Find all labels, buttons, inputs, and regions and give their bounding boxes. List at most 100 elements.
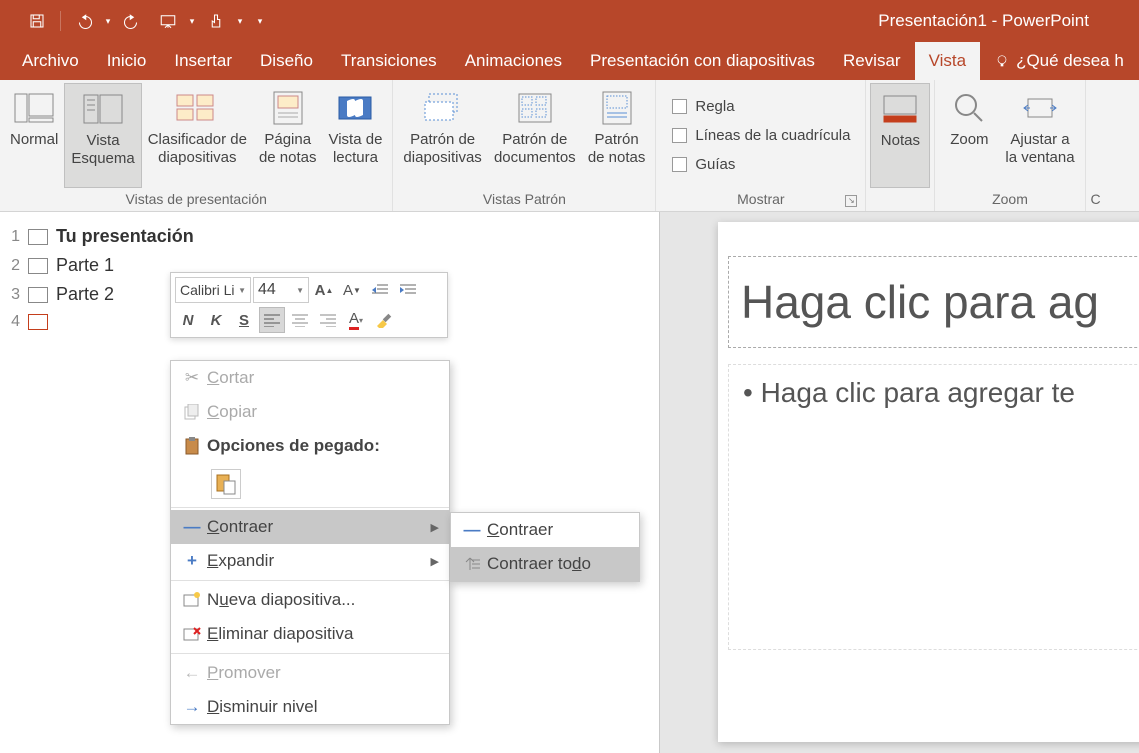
paste-option-buttons: [171, 463, 449, 505]
font-family-select[interactable]: Calibri Li▼: [175, 277, 251, 303]
reading-icon: [337, 93, 373, 123]
title-bar: ▾ ▾ ▾ ▾ Presentación1 - PowerPoint: [0, 0, 1139, 42]
ctx-promote[interactable]: ← Promover: [171, 656, 449, 690]
redo-button[interactable]: [115, 6, 149, 36]
italic-button[interactable]: K: [203, 307, 229, 333]
notes-toggle-button[interactable]: Notas: [870, 83, 930, 188]
align-left-icon: [264, 313, 280, 327]
color-button[interactable]: [1090, 83, 1102, 188]
group-label-color: C: [1090, 188, 1102, 211]
tab-animaciones[interactable]: Animaciones: [451, 42, 576, 80]
sub-collapse-all[interactable]: Contraer todo: [451, 547, 639, 581]
slide-icon: [28, 258, 48, 274]
gridlines-checkbox[interactable]: Líneas de la cuadrícula: [666, 124, 861, 147]
demote-icon: →: [177, 697, 207, 717]
font-size-select[interactable]: 44▼: [253, 277, 309, 303]
outline-view-icon: [83, 94, 123, 124]
notes-master-icon: [602, 91, 632, 125]
align-center-icon: [292, 313, 308, 327]
ctx-expand[interactable]: + Expandir ▶: [171, 544, 449, 578]
fit-window-button[interactable]: Ajustar a la ventana: [999, 83, 1080, 188]
slide-editor[interactable]: Haga clic para ag • Haga clic para agreg…: [660, 212, 1139, 753]
format-painter-button[interactable]: [371, 307, 397, 333]
increase-font-button[interactable]: A▲: [311, 277, 337, 303]
zoom-button[interactable]: Zoom: [939, 83, 999, 188]
handout-master-label: Patrón de documentos: [494, 131, 576, 167]
sorter-label: Clasificador de diapositivas: [148, 131, 247, 167]
touch-dropdown[interactable]: ▾: [235, 16, 245, 27]
slide-number: 2: [6, 257, 20, 275]
align-left-button[interactable]: [259, 307, 285, 333]
slide-number: 4: [6, 313, 20, 331]
align-center-button[interactable]: [287, 307, 313, 333]
increase-indent-button[interactable]: [395, 277, 421, 303]
paste-keep-source-button[interactable]: [211, 469, 241, 499]
reading-label: Vista de lectura: [328, 131, 382, 167]
group-master-views: Patrón de diapositivas Patrón de documen…: [393, 80, 656, 211]
ctx-demote[interactable]: → Disminuir nivel: [171, 690, 449, 724]
tab-inicio[interactable]: Inicio: [93, 42, 161, 80]
ctx-copy[interactable]: Copiar: [171, 395, 449, 429]
tell-me[interactable]: ¿Qué desea h: [980, 42, 1138, 80]
ctx-new-slide[interactable]: Nueva diapositiva...: [171, 583, 449, 617]
outline-item-1[interactable]: 1 Tu presentación: [6, 222, 653, 251]
reading-view-button[interactable]: Vista de lectura: [322, 83, 388, 188]
ctx-cut[interactable]: ✂ Cortar: [171, 361, 449, 395]
decrease-font-button[interactable]: A▼: [339, 277, 365, 303]
tell-me-label: ¿Qué desea h: [1016, 51, 1124, 71]
content-area: 1 Tu presentación 2 Parte 1 3 Parte 2 4 …: [0, 212, 1139, 753]
normal-view-button[interactable]: Normal: [4, 83, 64, 188]
slide-title: Parte 2: [56, 284, 114, 305]
tab-presentacion[interactable]: Presentación con diapositivas: [576, 42, 829, 80]
slide-canvas[interactable]: Haga clic para ag • Haga clic para agreg…: [718, 222, 1139, 742]
ctx-delete-slide[interactable]: Eliminar diapositiva: [171, 617, 449, 651]
chevron-down-icon: ▼: [296, 286, 304, 295]
tab-transiciones[interactable]: Transiciones: [327, 42, 451, 80]
align-right-button[interactable]: [315, 307, 341, 333]
underline-button[interactable]: S: [231, 307, 257, 333]
slide-master-button[interactable]: Patrón de diapositivas: [397, 83, 487, 188]
undo-dropdown[interactable]: ▾: [103, 16, 113, 27]
handout-master-button[interactable]: Patrón de documentos: [488, 83, 582, 188]
notes-label: Notas: [881, 132, 920, 150]
group-label-views: Vistas de presentación: [4, 188, 388, 211]
notes-master-button[interactable]: Patrón de notas: [582, 83, 652, 188]
qat-customize[interactable]: ▾: [255, 16, 265, 27]
chevron-right-icon: ▶: [431, 521, 439, 534]
guides-checkbox[interactable]: Guías: [666, 153, 861, 176]
decrease-indent-button[interactable]: [367, 277, 393, 303]
collapse-all-icon: [457, 556, 487, 572]
chevron-down-icon: ▼: [238, 286, 246, 295]
touch-mode-button[interactable]: [199, 6, 233, 36]
body-placeholder[interactable]: • Haga clic para agregar te: [728, 364, 1139, 650]
slideshow-dropdown[interactable]: ▾: [187, 16, 197, 27]
notes-page-button[interactable]: Página de notas: [253, 83, 323, 188]
title-placeholder[interactable]: Haga clic para ag: [728, 256, 1139, 348]
slide-sorter-button[interactable]: Clasificador de diapositivas: [142, 83, 253, 188]
outdent-icon: [372, 283, 388, 297]
undo-button[interactable]: [67, 6, 101, 36]
tab-revisar[interactable]: Revisar: [829, 42, 915, 80]
minus-icon: —: [177, 517, 207, 537]
tab-archivo[interactable]: Archivo: [8, 42, 93, 80]
sub-collapse[interactable]: — Contraer: [451, 513, 639, 547]
slide-icon: [28, 229, 48, 245]
outline-pane[interactable]: 1 Tu presentación 2 Parte 1 3 Parte 2 4 …: [0, 212, 660, 753]
tab-insertar[interactable]: Insertar: [160, 42, 246, 80]
save-button[interactable]: [20, 6, 54, 36]
fit-window-icon: [1020, 93, 1060, 123]
outline-view-button[interactable]: Vista Esquema: [64, 83, 141, 188]
ruler-checkbox[interactable]: Regla: [666, 95, 861, 118]
slide-master-icon: [423, 92, 463, 124]
notes-master-label: Patrón de notas: [588, 131, 646, 167]
font-color-button[interactable]: A▾: [343, 307, 369, 333]
start-slideshow-button[interactable]: [151, 6, 185, 36]
tab-diseno[interactable]: Diseño: [246, 42, 327, 80]
ctx-collapse[interactable]: — Contraer ▶: [171, 510, 449, 544]
normal-view-icon: [14, 93, 54, 123]
group-presentation-views: Normal Vista Esquema Clasificador de dia…: [0, 80, 393, 211]
bold-button[interactable]: N: [175, 307, 201, 333]
slide-number: 3: [6, 286, 20, 304]
tab-vista[interactable]: Vista: [915, 42, 981, 80]
dialog-launcher[interactable]: ↘: [845, 195, 857, 207]
